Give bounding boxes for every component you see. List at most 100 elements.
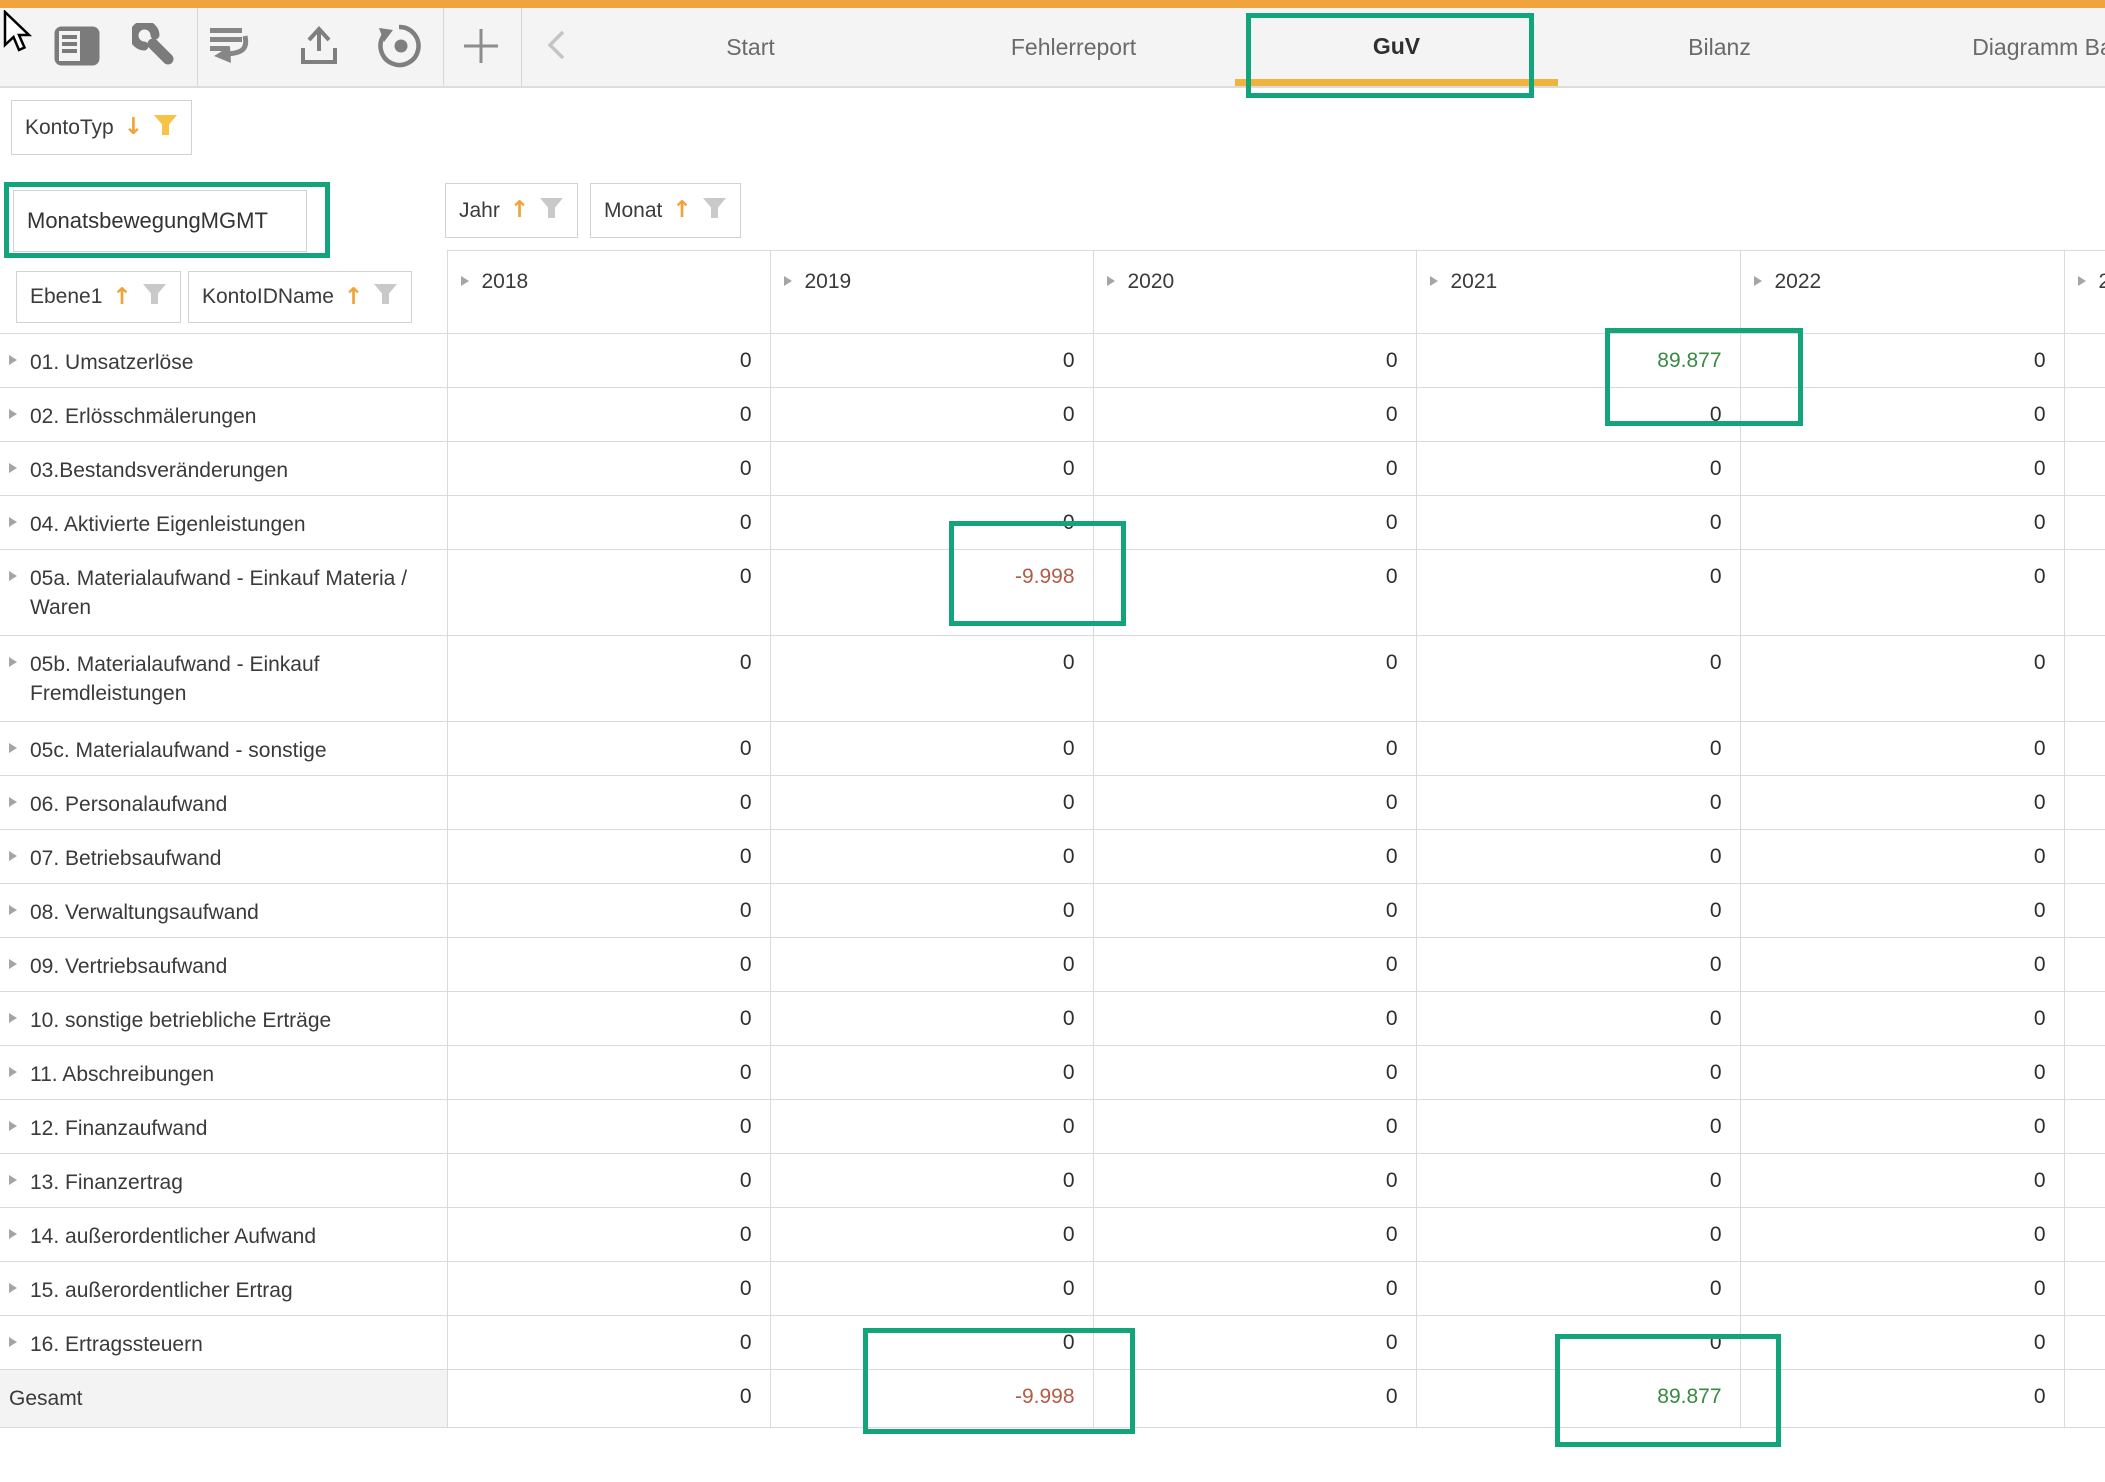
expand-icon[interactable] [9, 409, 17, 419]
value-cell[interactable]: 0 [447, 1316, 770, 1370]
expand-icon[interactable] [9, 1013, 17, 1023]
value-cell[interactable]: 0 [447, 884, 770, 938]
expand-icon[interactable] [9, 905, 17, 915]
row-label-cell[interactable]: 10. sonstige betriebliche Erträge [0, 992, 447, 1046]
value-cell[interactable]: 0 [1740, 1208, 2064, 1262]
expand-icon[interactable] [1107, 276, 1115, 286]
value-cell[interactable]: 0 [1740, 388, 2064, 442]
value-cell[interactable]: 0 [770, 776, 1093, 830]
value-cell[interactable]: 0 [770, 334, 1093, 388]
tab-fehlerreport[interactable]: Fehlerreport [912, 8, 1235, 86]
value-cell[interactable]: 89.877 [1416, 334, 1740, 388]
value-cell[interactable]: 0 [447, 1100, 770, 1154]
value-cell[interactable]: 0 [1416, 938, 1740, 992]
filter-chip-kontotyp[interactable]: KontoTyp ↓ [11, 100, 192, 155]
value-cell[interactable]: 0 [447, 1262, 770, 1316]
value-cell[interactable]: 0 [1740, 442, 2064, 496]
value-cell[interactable]: 0 [1740, 1370, 2064, 1428]
expand-icon[interactable] [9, 571, 17, 581]
sort-desc-icon[interactable]: ↓ [124, 116, 143, 139]
expand-icon[interactable] [9, 1175, 17, 1185]
value-cell[interactable]: 0 [1093, 722, 1416, 776]
row-label-cell[interactable]: 07. Betriebsaufwand [0, 830, 447, 884]
value-cell[interactable]: 89.877 [1416, 1370, 1740, 1428]
expand-icon[interactable] [1754, 276, 1762, 286]
value-cell[interactable]: 0 [1740, 496, 2064, 550]
row-label-cell[interactable]: 13. Finanzertrag [0, 1154, 447, 1208]
upload-button[interactable] [294, 8, 344, 86]
expand-icon[interactable] [9, 657, 17, 667]
value-cell[interactable]: 0 [1416, 1262, 1740, 1316]
value-cell[interactable]: 0 [447, 388, 770, 442]
expand-icon[interactable] [9, 1229, 17, 1239]
value-cell[interactable]: 0 [447, 636, 770, 722]
value-cell[interactable]: 0 [1093, 884, 1416, 938]
row-label-cell[interactable]: 05c. Materialaufwand - sonstige [0, 722, 447, 776]
value-cell[interactable]: 0 [1416, 1154, 1740, 1208]
value-cell[interactable]: 0 [1740, 722, 2064, 776]
value-cell[interactable]: 0 [1416, 776, 1740, 830]
expand-icon[interactable] [9, 463, 17, 473]
value-cell[interactable]: 0 [1416, 992, 1740, 1046]
expand-icon[interactable] [461, 276, 469, 286]
expand-icon[interactable] [784, 276, 792, 286]
expand-icon[interactable] [9, 959, 17, 969]
tab-guv[interactable]: GuV [1235, 8, 1558, 86]
value-cell[interactable]: 0 [770, 496, 1093, 550]
expand-icon[interactable] [9, 355, 17, 365]
funnel-icon[interactable] [142, 283, 167, 311]
value-cell[interactable]: 0 [447, 442, 770, 496]
value-cell[interactable]: 0 [1416, 388, 1740, 442]
row-label-cell[interactable]: 03.Bestandsveränderungen [0, 442, 447, 496]
value-cell[interactable]: 0 [1093, 776, 1416, 830]
value-cell[interactable]: 0 [1740, 830, 2064, 884]
year-column-header[interactable]: 2 [2064, 251, 2105, 334]
row-label-cell[interactable]: 02. Erlösschmälerungen [0, 388, 447, 442]
value-cell[interactable]: 0 [1416, 442, 1740, 496]
value-cell[interactable]: 0 [1740, 1154, 2064, 1208]
value-cell[interactable]: 0 [1093, 388, 1416, 442]
drill-out-button[interactable] [206, 8, 258, 86]
tab-diagramm-ba[interactable]: Diagramm Ba [1881, 8, 2105, 86]
row-label-cell[interactable]: 05b. Materialaufwand - Einkauf Fremdleis… [0, 636, 447, 722]
value-cell[interactable]: 0 [1093, 1100, 1416, 1154]
row-label-cell[interactable]: 05a. Materialaufwand - Einkauf Materia /… [0, 550, 447, 636]
tab-scroll-left-button[interactable] [523, 8, 589, 86]
value-cell[interactable]: 0 [447, 334, 770, 388]
value-cell[interactable]: 0 [1740, 776, 2064, 830]
value-cell[interactable]: 0 [447, 938, 770, 992]
expand-icon[interactable] [9, 797, 17, 807]
value-cell[interactable]: 0 [1093, 1046, 1416, 1100]
value-cell[interactable]: 0 [1740, 334, 2064, 388]
filter-chip-jahr[interactable]: Jahr ↑ [445, 183, 578, 238]
row-label-cell[interactable]: 04. Aktivierte Eigenleistungen [0, 496, 447, 550]
value-cell[interactable]: 0 [1416, 1316, 1740, 1370]
value-cell[interactable]: 0 [1740, 550, 2064, 636]
value-cell[interactable]: -9.998 [770, 550, 1093, 636]
filter-chip-kontoidname[interactable]: KontoIDName ↑ [188, 271, 412, 323]
funnel-icon[interactable] [539, 197, 564, 225]
value-cell[interactable]: 0 [1416, 1046, 1740, 1100]
value-cell[interactable]: 0 [770, 1316, 1093, 1370]
value-cell[interactable]: 0 [447, 1370, 770, 1428]
value-cell[interactable]: 0 [447, 1154, 770, 1208]
value-cell[interactable]: 0 [770, 1262, 1093, 1316]
funnel-icon[interactable] [702, 197, 727, 225]
filter-chip-ebene1[interactable]: Ebene1 ↑ [16, 271, 181, 323]
funnel-icon[interactable] [373, 283, 398, 311]
value-cell[interactable]: 0 [447, 992, 770, 1046]
value-cell[interactable]: 0 [1093, 442, 1416, 496]
row-label-cell[interactable]: 08. Verwaltungsaufwand [0, 884, 447, 938]
value-cell[interactable]: 0 [447, 722, 770, 776]
history-button[interactable] [375, 8, 427, 86]
value-cell[interactable]: 0 [1740, 938, 2064, 992]
value-cell[interactable]: 0 [770, 1208, 1093, 1262]
value-cell[interactable]: 0 [1093, 550, 1416, 636]
value-cell[interactable]: 0 [447, 830, 770, 884]
sort-asc-icon[interactable]: ↑ [344, 286, 363, 309]
row-label-cell[interactable]: 14. außerordentlicher Aufwand [0, 1208, 447, 1262]
value-cell[interactable]: 0 [770, 1046, 1093, 1100]
expand-icon[interactable] [9, 1121, 17, 1131]
year-column-header[interactable]: 2022 [1740, 251, 2064, 334]
value-cell[interactable]: 0 [1093, 1370, 1416, 1428]
